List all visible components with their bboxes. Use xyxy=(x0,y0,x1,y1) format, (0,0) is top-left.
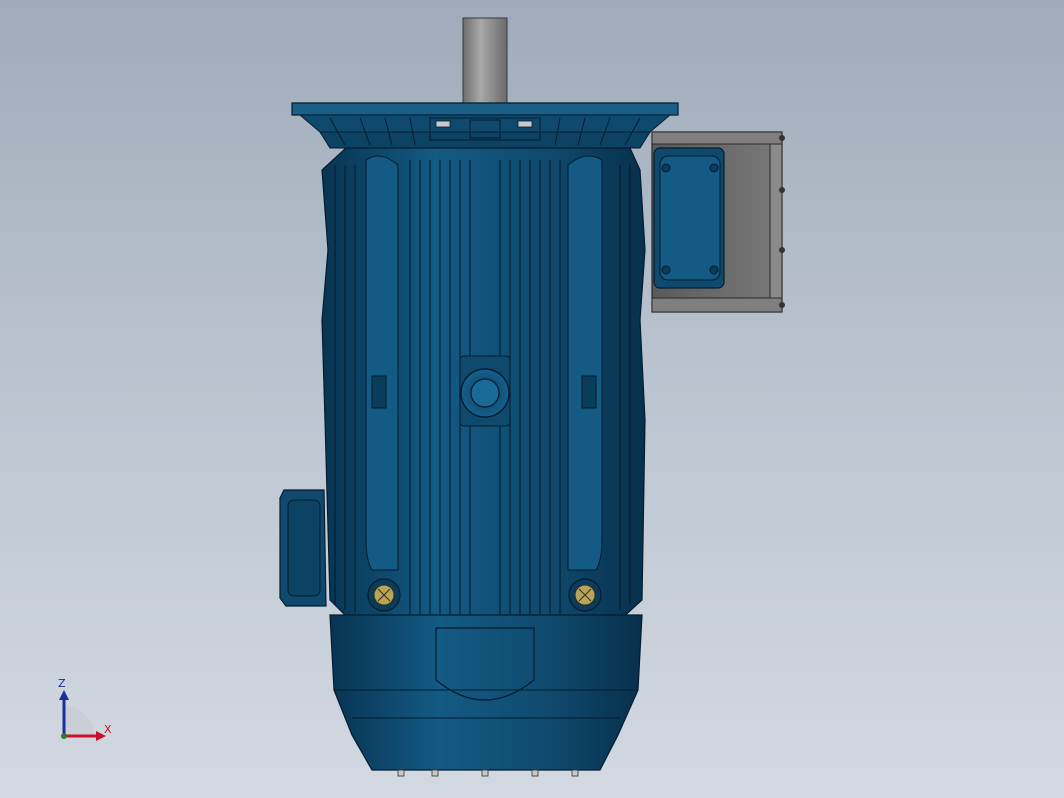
cad-viewport[interactable]: Z X xyxy=(0,0,1064,798)
x-axis-label: X xyxy=(104,723,112,736)
orientation-triad: Z X xyxy=(50,676,120,746)
grease-nipple-right xyxy=(568,578,602,612)
fan-cover xyxy=(329,614,643,771)
grease-nipple-left xyxy=(367,578,401,612)
motor-shaft xyxy=(462,17,508,105)
z-axis-label: Z xyxy=(58,677,66,690)
mounting-flange xyxy=(291,102,679,116)
motor-model[interactable] xyxy=(0,0,1064,798)
